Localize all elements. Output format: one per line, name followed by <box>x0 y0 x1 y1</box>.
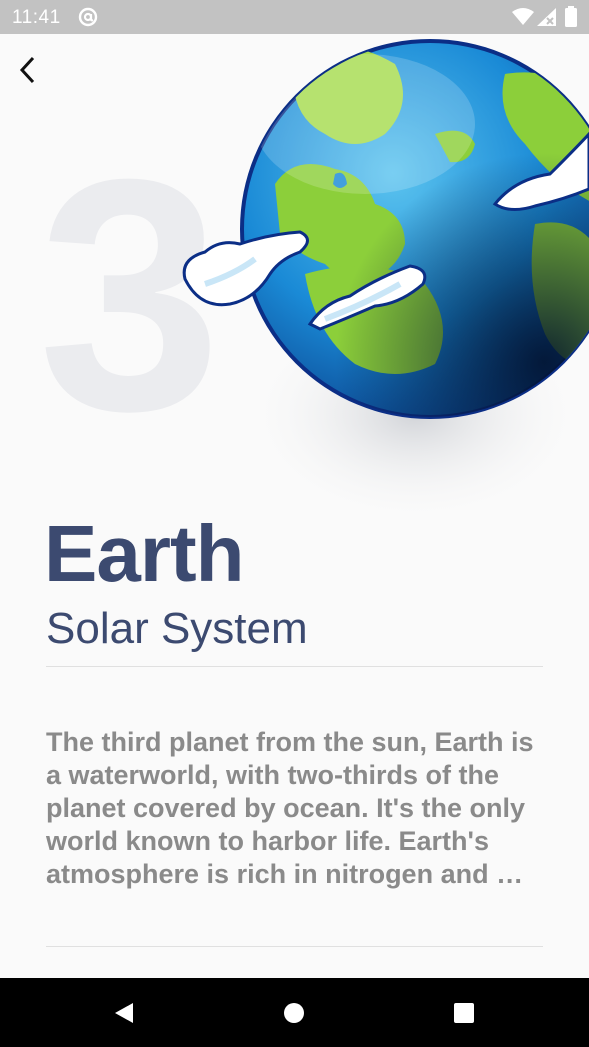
status-bar: 11:41 <box>0 0 589 34</box>
nav-back-button[interactable] <box>84 978 164 1047</box>
planet-category: Solar System <box>46 604 308 653</box>
back-triangle-icon <box>115 1002 133 1023</box>
home-circle-icon <box>284 1002 304 1023</box>
navigation-bar <box>0 978 589 1047</box>
back-button[interactable] <box>8 50 48 90</box>
earth-illustration <box>182 39 589 524</box>
battery-icon <box>565 6 577 27</box>
at-sign-icon <box>78 7 98 27</box>
nav-recents-button[interactable] <box>424 978 504 1047</box>
divider-top <box>46 666 543 667</box>
planet-name: Earth <box>44 509 244 598</box>
recents-square-icon <box>454 1002 474 1023</box>
nav-home-button[interactable] <box>254 978 334 1047</box>
wifi-icon <box>512 8 534 25</box>
status-time: 11:41 <box>12 7 61 28</box>
planet-description: The third planet from the sun, Earth is … <box>46 727 534 889</box>
divider-bottom <box>46 946 543 947</box>
signal-icon <box>537 8 556 26</box>
chevron-left-icon <box>19 56 35 84</box>
